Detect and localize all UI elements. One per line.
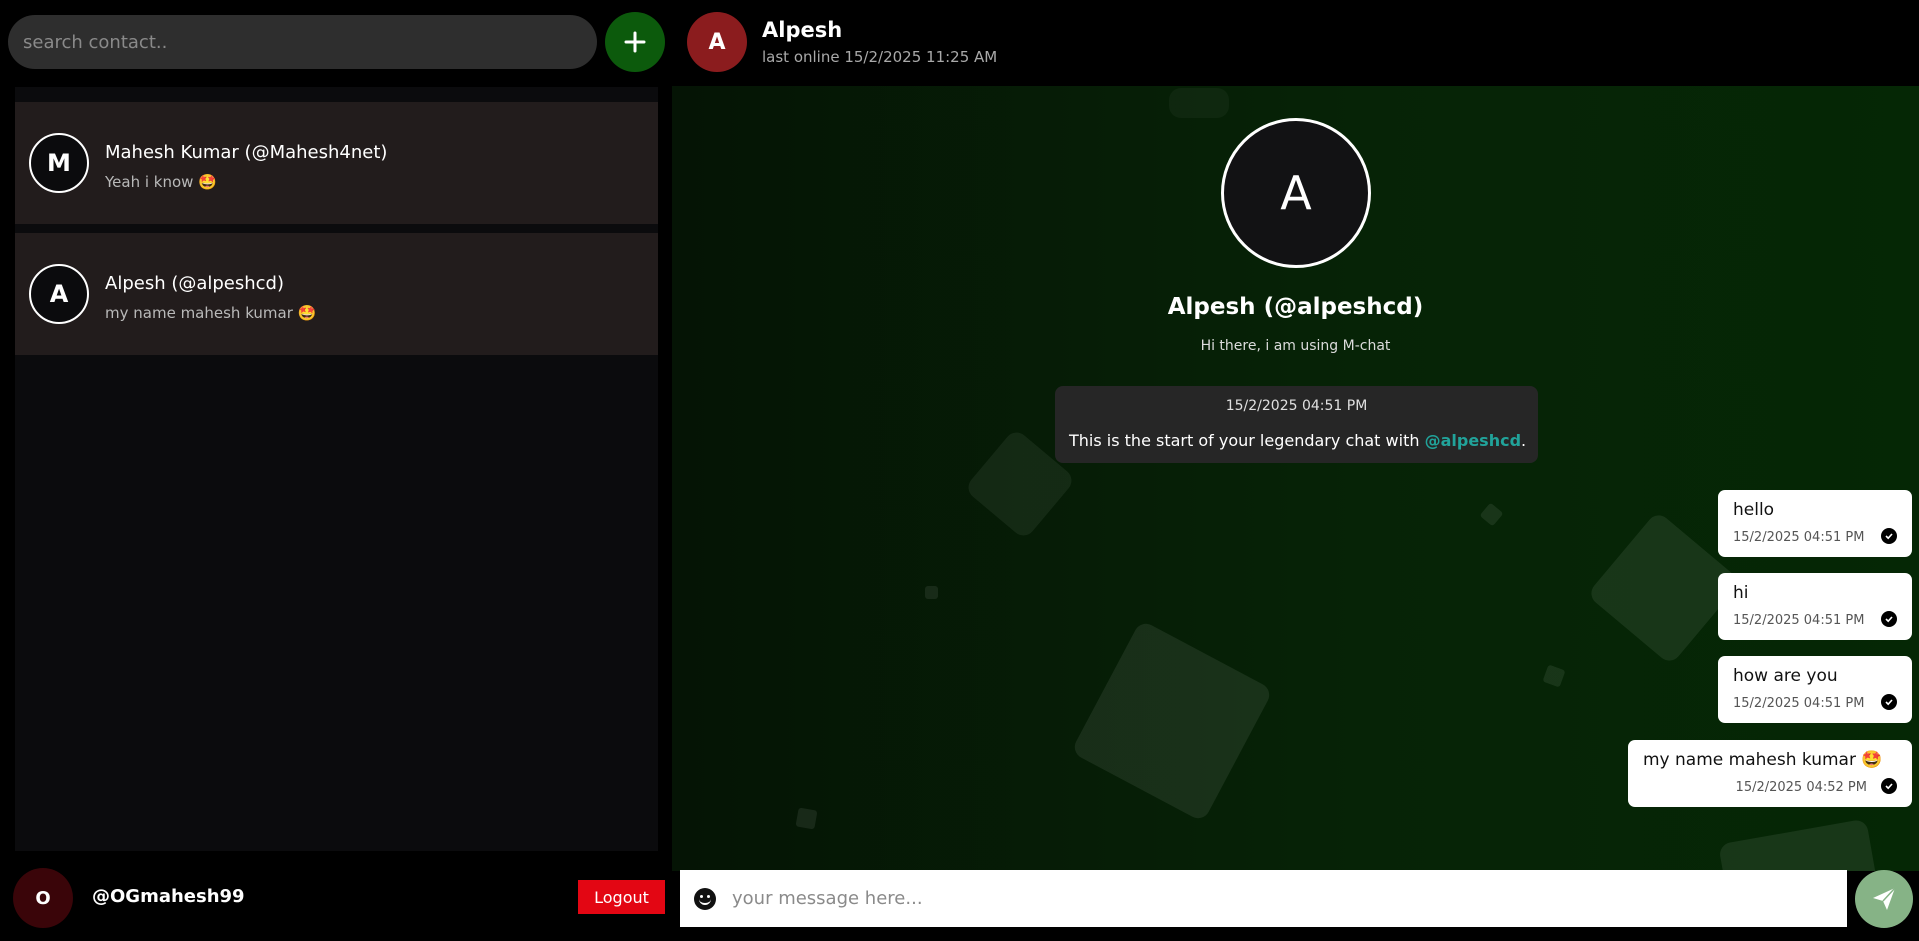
chat-start-notice: 15/2/2025 04:51 PM This is the start of … (1055, 386, 1538, 463)
sidebar: M Mahesh Kumar (@Mahesh4net) Yeah i know… (0, 0, 672, 941)
message-bubble[interactable]: hi 15/2/2025 04:51 PM (1718, 573, 1912, 640)
message-time: 15/2/2025 04:51 PM (1733, 530, 1865, 545)
message-input[interactable] (732, 870, 1832, 927)
check-icon (1881, 694, 1897, 710)
check-icon (1881, 528, 1897, 544)
message-text: hi (1733, 583, 1749, 603)
message-time: 15/2/2025 04:52 PM (1735, 780, 1867, 795)
add-contact-button[interactable] (605, 12, 665, 72)
chat-start-text: This is the start of your legendary chat… (1069, 431, 1526, 450)
contact-last-message: my name mahesh kumar 🤩 (105, 304, 317, 322)
search-box (8, 15, 597, 69)
avatar: A (29, 264, 89, 324)
message-bubble[interactable]: hello 15/2/2025 04:51 PM (1718, 490, 1912, 557)
my-username: @OGmahesh99 (92, 886, 245, 907)
search-input[interactable] (8, 15, 597, 69)
chat-messages-area[interactable]: A Alpesh (@alpeshcd) Hi there, i am usin… (672, 86, 1919, 871)
check-icon (1881, 778, 1897, 794)
contact-name: Alpesh (@alpeshcd) (105, 273, 285, 294)
background-shape (1070, 619, 1274, 823)
message-time: 15/2/2025 04:51 PM (1733, 613, 1865, 628)
mention-link[interactable]: @alpeshcd (1425, 431, 1521, 450)
last-online-status: last online 15/2/2025 11:25 AM (762, 48, 998, 66)
background-shape (1169, 88, 1229, 118)
chat-header: A Alpesh last online 15/2/2025 11:25 AM (672, 0, 1919, 86)
background-shape (925, 586, 938, 599)
chat-avatar[interactable]: A (687, 12, 747, 72)
message-bubble[interactable]: how are you 15/2/2025 04:51 PM (1718, 656, 1912, 723)
contact-item[interactable]: A Alpesh (@alpeshcd) my name mahesh kuma… (15, 233, 658, 355)
message-bubble[interactable]: my name mahesh kumar 🤩 15/2/2025 04:52 P… (1628, 740, 1912, 807)
background-shape (1718, 818, 1880, 871)
message-time: 15/2/2025 04:51 PM (1733, 696, 1865, 711)
contact-last-message: Yeah i know 🤩 (105, 173, 217, 191)
contact-list: M Mahesh Kumar (@Mahesh4net) Yeah i know… (15, 87, 658, 851)
chat-start-message: This is the start of your legendary chat… (1069, 431, 1425, 450)
background-shape (1479, 502, 1504, 527)
message-composer (680, 870, 1847, 927)
background-shape (1542, 664, 1566, 688)
background-shape (795, 807, 818, 830)
chat-contact-name: Alpesh (762, 18, 843, 42)
contact-name: Mahesh Kumar (@Mahesh4net) (105, 142, 388, 163)
profile-name: Alpesh (@alpeshcd) (1167, 294, 1424, 320)
plus-icon (624, 31, 646, 53)
message-text: hello (1733, 500, 1775, 520)
profile-avatar: A (1221, 118, 1371, 268)
check-icon (1881, 611, 1897, 627)
message-text: how are you (1733, 666, 1838, 686)
logout-button[interactable]: Logout (578, 880, 665, 914)
send-button[interactable] (1855, 870, 1913, 928)
contact-item[interactable]: M Mahesh Kumar (@Mahesh4net) Yeah i know… (15, 102, 658, 224)
emoji-icon[interactable] (694, 888, 716, 910)
profile-bio: Hi there, i am using M-chat (1200, 338, 1391, 354)
send-icon (1873, 887, 1896, 910)
my-avatar[interactable]: O (13, 868, 73, 928)
chat-start-date: 15/2/2025 04:51 PM (1225, 398, 1368, 414)
chat-start-suffix: . (1521, 431, 1527, 450)
avatar: M (29, 133, 89, 193)
message-text: my name mahesh kumar 🤩 (1643, 750, 1883, 770)
